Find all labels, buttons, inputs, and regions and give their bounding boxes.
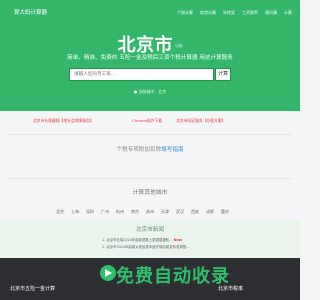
watermark-play-icon [100,265,116,281]
location-pin-icon: ● [133,89,138,94]
city-link[interactable]: 深圳 [86,209,94,215]
city-link[interactable]: 上海 [71,209,79,215]
city-link[interactable]: 北京 [56,209,64,215]
other-cities-title: 计算其他城市 [132,190,168,196]
city-list: 北京 上海 深圳 广州 杭州 南京 苏州 天津 武汉 西安 成都 重庆 [56,209,229,215]
promo-links: 北京市社保缴纳【地社会保障服务】 Chrome插件下载 北京市网证服务【办理方案… [0,118,300,128]
news-item[interactable]: 1. 北京市社保2024年缴费基数上限调整通知… New [102,237,182,242]
news-item-text: 1. 北京市社保2024年缴费基数上限调整通知… [102,238,173,242]
promo-link-chrome-plugin[interactable]: Chrome插件下载 [132,118,162,124]
calculate-button[interactable]: 计算 [215,68,231,81]
divider [8,178,292,179]
footer-link-insurance[interactable]: 北京市五险一金计算 [10,285,55,292]
nav-item-calculate[interactable]: 计算 [284,10,292,16]
city-link[interactable]: 天津 [161,209,169,215]
deduction-guide-link[interactable]: 填写指南 [161,147,183,153]
nav-item-bonus[interactable]: 年终奖 [223,10,235,16]
watermark-text: 免费自动收录 [116,266,230,287]
new-badge: New [173,238,182,242]
salary-input[interactable] [70,69,198,80]
city-link[interactable]: 广州 [101,209,109,215]
nav-item-salary-rate[interactable]: 工资税率 [242,10,258,16]
city-link[interactable]: 苏州 [146,209,154,215]
location-indicator[interactable]: ●当前城市：北京 [0,89,300,95]
city-link[interactable]: 成都 [206,209,214,215]
nav-item-contacts[interactable]: 通讯簿 [265,10,277,16]
switch-city-link[interactable]: 切换 [175,44,182,48]
divider [8,134,292,135]
promo-link-services[interactable]: 北京市网证服务【办理方案】 [176,118,225,124]
search-box [69,68,214,81]
deduction-label: 个税专项附加扣除 [116,147,162,153]
city-link[interactable]: 武汉 [176,209,184,215]
hero-slogan: 简单、精准、免费的 五险一金及税后工资个税计算器 用这计算服务 [67,55,233,61]
city-link[interactable]: 杭州 [116,209,124,215]
city-link[interactable]: 重庆 [221,209,229,215]
top-navigation: 算大妈计算器 个税计算 房贷计算 年终奖 工资税率 通讯簿 计算 [0,0,300,22]
promo-link-social-security[interactable]: 北京市社保缴纳【地社会保障服务】 [33,118,94,124]
city-link[interactable]: 南京 [131,209,139,215]
city-link[interactable]: 西安 [191,209,199,215]
nav-menu: 个税计算 房贷计算 年终奖 工资税率 通讯簿 计算 [177,10,292,16]
news-item[interactable]: 2. 北京市2024年起城乡居民基本医疗保险缴费标准调整… [102,244,190,249]
brand-logo-text[interactable]: 算大妈计算器 [14,8,47,16]
deduction-guide: 个税专项附加扣除填写指南 [0,145,300,153]
news-title: 北京市新闻 [136,227,164,233]
nav-item-mortgage[interactable]: 房贷计算 [200,10,216,16]
location-text: 当前城市：北京 [138,89,167,94]
nav-item-tax[interactable]: 个税计算 [177,10,193,16]
news-item-text: 2. 北京市2024年起城乡居民基本医疗保险缴费标准调整… [102,245,190,249]
